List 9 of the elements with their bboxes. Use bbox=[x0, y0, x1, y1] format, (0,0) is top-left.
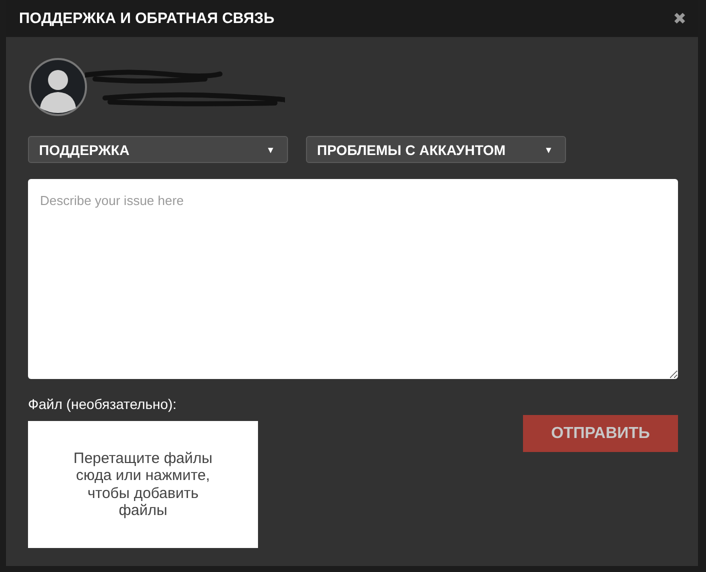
send-button[interactable]: ОТПРАВИТЬ bbox=[523, 415, 678, 452]
file-dropzone[interactable]: Перетащите файлы сюда или нажмите, чтобы добавить файлы bbox=[28, 421, 258, 548]
category-dropdown[interactable]: ПРОБЛЕМЫ С АККАУНТОМ ▼ bbox=[306, 136, 566, 163]
avatar-icon bbox=[29, 58, 87, 116]
file-label: Файл (необязательно): bbox=[28, 396, 178, 412]
issue-textarea[interactable]: Describe your issue here bbox=[28, 179, 678, 379]
close-button[interactable]: ✖ bbox=[673, 8, 686, 28]
category-dropdown[interactable]: ПОДДЕРЖКА ▼ bbox=[28, 136, 288, 163]
window-title: ПОДДЕРЖКА И ОБРАТНАЯ СВЯЗЬ bbox=[19, 10, 274, 27]
